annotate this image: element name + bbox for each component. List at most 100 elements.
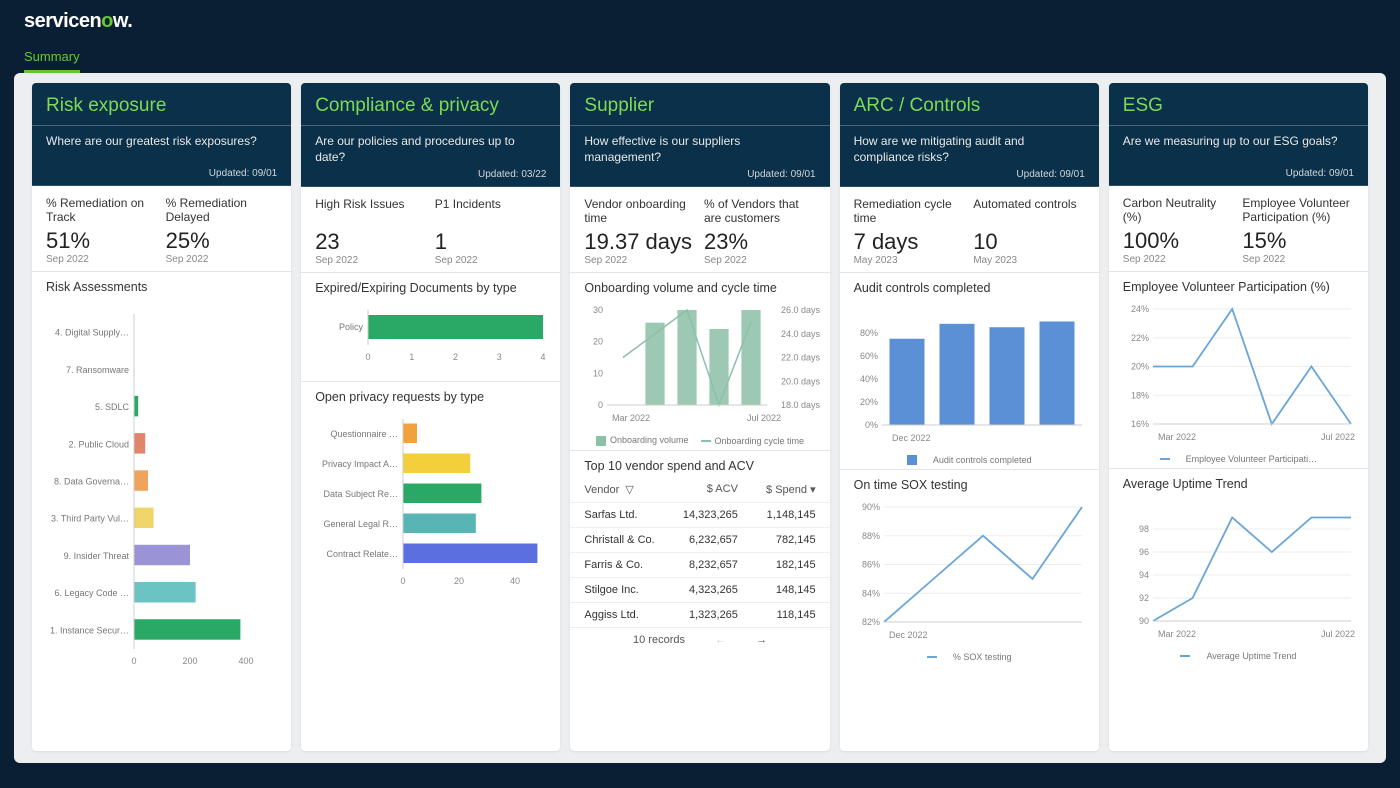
risk-assessments-chart[interactable]: 4. Digital Supply…7. Ransomware5. SDLC2.… (32, 298, 291, 680)
expiring-docs-chart[interactable]: Policy01234 (301, 299, 560, 381)
evp-chart[interactable]: 16%18%20%22%24%Mar 2022Jul 2022 (1109, 298, 1368, 450)
compliance-kpi1-sub: Sep 2022 (315, 255, 427, 266)
svg-text:3: 3 (497, 352, 502, 362)
svg-text:Contract Relate…: Contract Relate… (327, 549, 399, 559)
brand-left: servicen (24, 10, 101, 32)
svg-text:200: 200 (182, 656, 197, 666)
onboarding-chart[interactable]: 010203018.0 days20.0 days22.0 days24.0 d… (570, 299, 829, 431)
esg-kpi1-label: Carbon Neutrality (%) (1123, 196, 1235, 226)
svg-text:Jul 2022: Jul 2022 (1321, 432, 1355, 442)
esg-legend1: Employee Volunteer Participati… (1186, 454, 1318, 464)
svg-text:Dec 2022: Dec 2022 (892, 433, 931, 443)
card-arc: ARC / Controls How are we mitigating aud… (840, 83, 1099, 751)
privacy-requests-chart[interactable]: Questionnaire … Privacy Impact A… Data Sub… (301, 408, 560, 600)
vendor-th-vendor[interactable]: Vendor ▽ (570, 477, 668, 503)
svg-text:4: 4 (541, 352, 546, 362)
supplier-kpi1-value: 19.37 days (584, 229, 696, 255)
table-row[interactable]: Stilgoe Inc.4,323,265148,145 (570, 577, 829, 602)
esg-title: ESG (1123, 95, 1354, 117)
card-risk: Risk exposure Where are our greatest ris… (32, 83, 291, 751)
supplier-kpi1-label: Vendor onboarding time (584, 197, 696, 227)
svg-text:9. Insider Threat: 9. Insider Threat (64, 551, 130, 561)
risk-kpi2-label: % Remediation Delayed (166, 196, 278, 226)
compliance-title: Compliance & privacy (315, 95, 546, 117)
svg-text:5. SDLC: 5. SDLC (95, 402, 130, 412)
onboarding-legend-vol: Onboarding volume (610, 435, 689, 445)
table-row[interactable]: Christall & Co.6,232,657782,145 (570, 527, 829, 552)
svg-text:90: 90 (1139, 616, 1149, 626)
tab-summary[interactable]: Summary (24, 43, 80, 73)
table-row[interactable]: Farris & Co.8,232,657182,145 (570, 552, 829, 577)
risk-kpi1-value: 51% (46, 228, 158, 254)
arc-updated: Updated: 09/01 (854, 169, 1085, 180)
card-supplier: Supplier How effective is our suppliers … (570, 83, 829, 751)
esg-legend2: Average Uptime Trend (1206, 651, 1296, 661)
table-row[interactable]: Aggiss Ltd.1,323,265118,145 (570, 602, 829, 627)
esg-kpi2-value: 15% (1242, 228, 1354, 254)
svg-text:96: 96 (1139, 547, 1149, 557)
svg-text:Data Subject Re…: Data Subject Re… (324, 489, 399, 499)
svg-text:Privacy Impact A…: Privacy Impact A… (322, 459, 398, 469)
risk-kpi1-label: % Remediation on Track (46, 196, 158, 226)
svg-text:24.0 days: 24.0 days (781, 329, 821, 339)
svg-text:20%: 20% (1131, 362, 1149, 372)
uptime-chart[interactable]: 9092949698Mar 2022Jul 2022 (1109, 495, 1368, 647)
svg-text:10: 10 (593, 369, 603, 379)
svg-text:94: 94 (1139, 570, 1149, 580)
compliance-section2: Open privacy requests by type (301, 381, 560, 408)
svg-text:2. Public Cloud: 2. Public Cloud (68, 439, 129, 449)
risk-section: Risk Assessments (32, 271, 291, 298)
svg-text:60%: 60% (860, 351, 878, 361)
arc-kpi2-value: 10 (973, 229, 1085, 255)
arc-sub: How are we mitigating audit and complian… (854, 134, 1085, 165)
arc-kpi1-sub: May 2023 (854, 255, 966, 266)
supplier-updated: Updated: 09/01 (584, 169, 815, 180)
risk-title: Risk exposure (46, 95, 277, 117)
svg-text:Questionnaire …: Questionnaire … (331, 429, 399, 439)
tab-bar: Summary (24, 43, 1376, 73)
svg-text:82%: 82% (862, 617, 880, 627)
supplier-section1: Onboarding volume and cycle time (570, 272, 829, 299)
esg-kpi2-label: Employee Volunteer Participation (%) (1242, 196, 1354, 226)
page-prev-icon[interactable]: ← (715, 634, 726, 646)
esg-sub: Are we measuring up to our ESG goals? (1123, 134, 1354, 164)
page-next-icon[interactable]: → (756, 634, 767, 646)
svg-text:88%: 88% (862, 531, 880, 541)
vendor-th-spend[interactable]: $ Spend ▾ (752, 477, 830, 503)
svg-text:8. Data Governa…: 8. Data Governa… (54, 477, 129, 487)
svg-text:18.0 days: 18.0 days (781, 400, 821, 410)
svg-text:92: 92 (1139, 593, 1149, 603)
brand-logo: servicenow. (24, 10, 1376, 33)
arc-title: ARC / Controls (854, 95, 1085, 117)
svg-text:General Legal R…: General Legal R… (324, 519, 399, 529)
svg-text:40: 40 (510, 576, 520, 586)
svg-text:24%: 24% (1131, 304, 1149, 314)
arc-kpi2-sub: May 2023 (973, 255, 1085, 266)
vendor-th-acv[interactable]: $ ACV (669, 477, 752, 503)
compliance-kpi2-sub: Sep 2022 (435, 255, 547, 266)
svg-text:0: 0 (366, 352, 371, 362)
compliance-kpi1-value: 23 (315, 229, 427, 255)
svg-text:Policy: Policy (339, 322, 364, 332)
svg-text:40%: 40% (860, 374, 878, 384)
esg-section2: Average Uptime Trend (1109, 468, 1368, 495)
svg-text:Mar 2022: Mar 2022 (1158, 432, 1196, 442)
svg-text:1. Instance Secur…: 1. Instance Secur… (50, 625, 129, 635)
compliance-updated: Updated: 03/22 (315, 169, 546, 180)
supplier-kpi1-sub: Sep 2022 (584, 255, 696, 266)
risk-sub: Where are our greatest risk exposures? (46, 134, 277, 164)
sox-testing-chart[interactable]: 82%84%86%88%90%Dec 2022 (840, 496, 1099, 648)
arc-section1: Audit controls completed (840, 272, 1099, 299)
svg-text:0: 0 (598, 400, 603, 410)
svg-text:400: 400 (238, 656, 253, 666)
svg-text:2: 2 (453, 352, 458, 362)
svg-text:20: 20 (454, 576, 464, 586)
vendor-table[interactable]: Vendor ▽ $ ACV $ Spend ▾ Sarfas Ltd.14,3… (570, 477, 829, 628)
audit-controls-chart[interactable]: 0%20%40%60%80%Dec 2022 (840, 299, 1099, 451)
arc-kpi1-label: Remediation cycle time (854, 197, 966, 227)
esg-kpi1-value: 100% (1123, 228, 1235, 254)
arc-kpi2-label: Automated controls (973, 197, 1085, 227)
svg-text:20: 20 (593, 337, 603, 347)
supplier-title: Supplier (584, 95, 815, 117)
table-row[interactable]: Sarfas Ltd.14,323,2651,148,145 (570, 502, 829, 527)
